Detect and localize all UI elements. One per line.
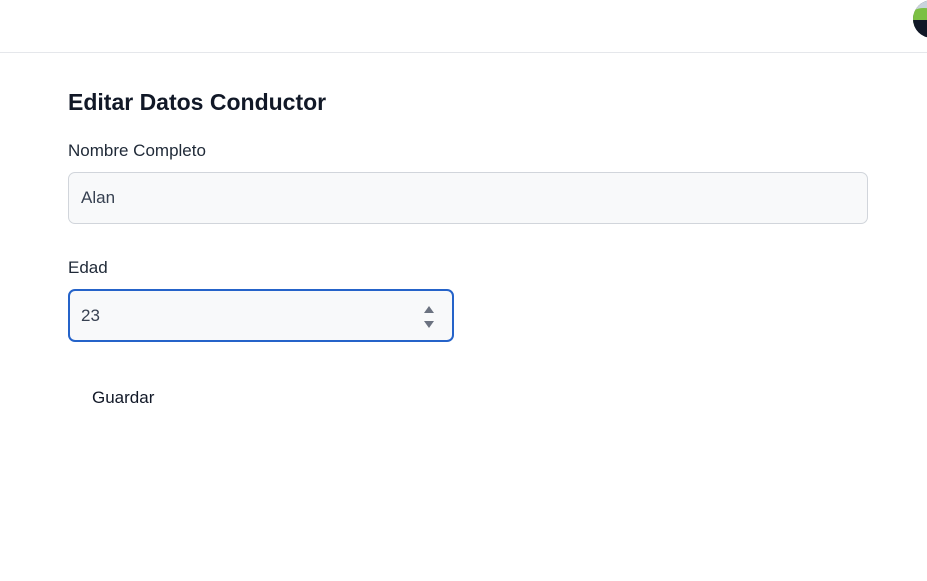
stepper-up-icon[interactable] — [424, 306, 434, 313]
name-input-value: Alan — [81, 188, 116, 207]
save-button[interactable]: Guardar — [92, 387, 154, 409]
age-label: Edad — [68, 258, 108, 277]
stepper-down-icon[interactable] — [424, 321, 434, 328]
avatar-ground — [913, 20, 927, 38]
name-input[interactable]: Alan — [68, 172, 868, 224]
user-avatar-icon[interactable] — [913, 0, 927, 38]
page-title: Editar Datos Conductor — [68, 89, 327, 115]
number-stepper-icon[interactable] — [423, 306, 435, 328]
age-input[interactable]: 23 — [68, 289, 454, 342]
name-label: Nombre Completo — [68, 141, 206, 160]
top-navbar — [0, 0, 927, 53]
age-input-value: 23 — [81, 305, 100, 325]
edit-driver-form: Editar Datos Conductor Nombre Completo A… — [68, 88, 868, 409]
